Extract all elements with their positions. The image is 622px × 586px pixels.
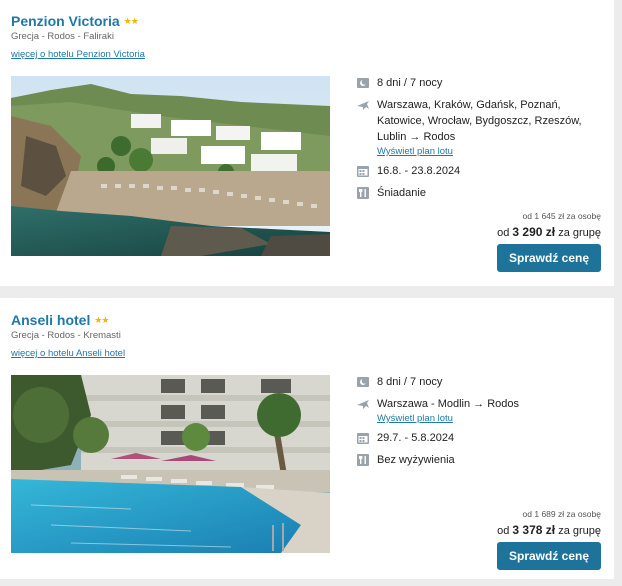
trip-duration: 8 dni / 7 nocy (377, 77, 443, 89)
calendar-icon (357, 166, 369, 177)
hotel-photo[interactable] (11, 76, 330, 256)
price-prefix: od (497, 227, 510, 239)
trip-flights-row: Warszawa - Modlin → Rodos (356, 396, 606, 412)
trip-dates-row: 29.7. - 5.8.2024 (356, 430, 606, 446)
price-total: 3 290 zł (512, 225, 556, 239)
hotel-card: Penzion Victoria ★★ Grecja - Rodos - Fal… (0, 0, 614, 286)
price-suffix: za grupę (558, 525, 601, 537)
hotel-stars-icon: ★★ (123, 15, 139, 26)
check-price-button[interactable]: Sprawdź cenę (497, 244, 601, 272)
moon-icon (357, 377, 369, 387)
price-block: od 1 689 zł za osobę od 3 378 zł za grup… (497, 509, 601, 537)
trip-flights: Warszawa, Kraków, Gdańsk, Poznań, Katowi… (377, 99, 582, 143)
trip-duration-row: 8 dni / 7 nocy (356, 75, 606, 91)
trip-duration: 8 dni / 7 nocy (377, 376, 443, 388)
trip-board-row: Śniadanie (356, 185, 606, 201)
price-suffix: za grupę (558, 227, 601, 239)
hotel-name-link[interactable]: Penzion Victoria (11, 13, 120, 29)
trip-flights: Warszawa - Modlin → Rodos (377, 398, 520, 410)
trip-board: Bez wyżywienia (377, 454, 455, 466)
hotel-title-row: Anseli hotel ★★ (11, 312, 110, 328)
trip-dates: 29.7. - 5.8.2024 (377, 432, 455, 444)
hotel-photo-image (11, 76, 330, 256)
price-per-person: od 1 645 zł za osobę (522, 211, 601, 221)
price-per-person: od 1 689 zł za osobę (522, 509, 601, 519)
calendar-icon (357, 433, 369, 444)
hotel-title-row: Penzion Victoria ★★ (11, 13, 139, 29)
trip-details: 8 dni / 7 nocy Warszawa, Kraków, Gdańsk,… (356, 75, 606, 201)
hotel-card: Anseli hotel ★★ Grecja - Rodos - Kremast… (0, 298, 614, 579)
flight-plan-link[interactable]: Wyświetl plan lotu (377, 413, 606, 424)
hotel-photo[interactable] (11, 375, 330, 553)
trip-details: 8 dni / 7 nocy Warszawa - Modlin → Rodos… (356, 374, 606, 468)
hotel-more-link[interactable]: więcej o hotelu Penzion Victoria (11, 49, 145, 60)
plane-icon (357, 101, 369, 110)
hotel-more-link[interactable]: więcej o hotelu Anseli hotel (11, 348, 125, 359)
trip-duration-row: 8 dni / 7 nocy (356, 374, 606, 390)
price-block: od 1 645 zł za osobę od 3 290 zł za grup… (497, 211, 601, 239)
trip-dates-row: 16.8. - 23.8.2024 (356, 163, 606, 179)
moon-icon (357, 78, 369, 88)
price-total-line: od 3 290 zł za grupę (497, 225, 601, 239)
trip-dates: 16.8. - 23.8.2024 (377, 165, 461, 177)
hotel-location: Grecja - Rodos - Kremasti (11, 330, 121, 341)
plane-icon (357, 400, 369, 409)
hotel-photo-image (11, 375, 330, 553)
food-icon (357, 454, 369, 466)
price-total: 3 378 zł (512, 523, 556, 537)
hotel-name-link[interactable]: Anseli hotel (11, 312, 90, 328)
price-total-line: od 3 378 zł za grupę (497, 523, 601, 537)
trip-board-row: Bez wyżywienia (356, 452, 606, 468)
flight-plan-link[interactable]: Wyświetl plan lotu (377, 146, 606, 157)
price-prefix: od (497, 525, 510, 537)
trip-board: Śniadanie (377, 187, 426, 199)
food-icon (357, 187, 369, 199)
trip-flights-row: Warszawa, Kraków, Gdańsk, Poznań, Katowi… (356, 97, 606, 145)
check-price-button[interactable]: Sprawdź cenę (497, 542, 601, 570)
hotel-location: Grecja - Rodos - Faliraki (11, 31, 114, 42)
hotel-stars-icon: ★★ (94, 314, 109, 325)
